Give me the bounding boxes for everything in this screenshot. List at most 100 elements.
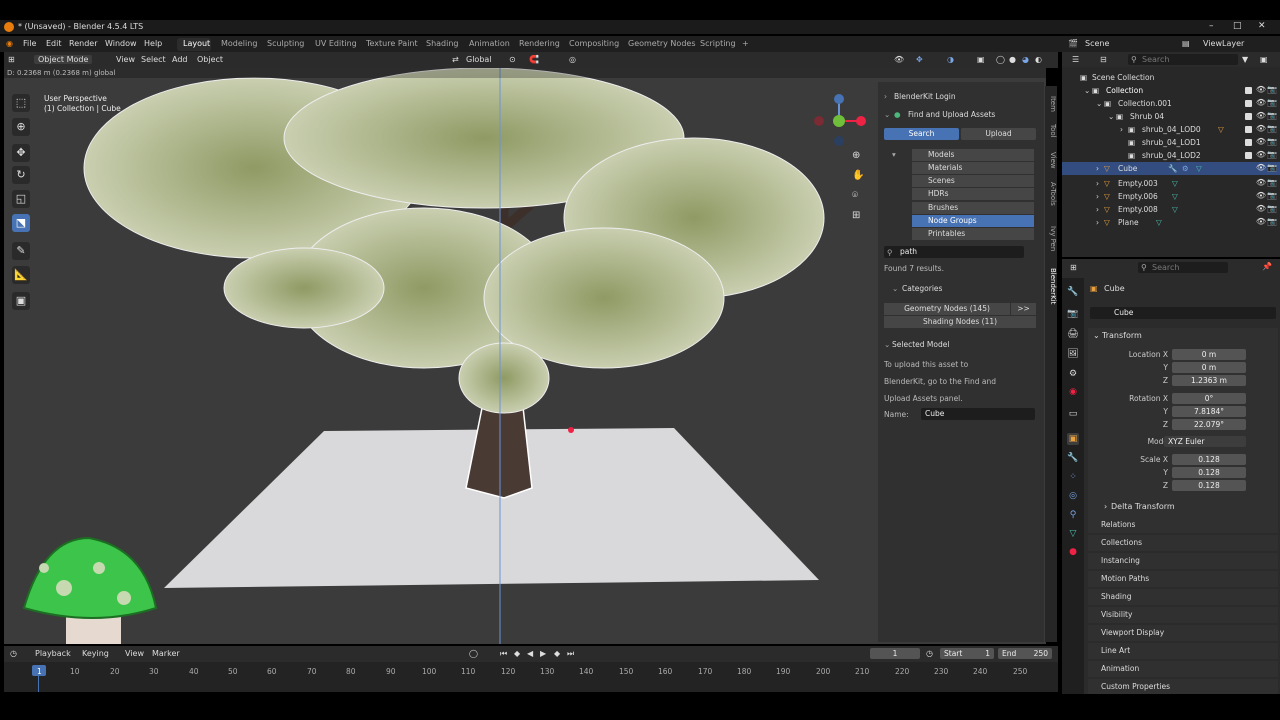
viewport-menu-object[interactable]: Object (197, 55, 223, 64)
properties-search-input[interactable]: ⚲ Search (1138, 262, 1228, 273)
tab-compositing[interactable]: Compositing (569, 39, 619, 48)
category-materials[interactable]: Materials (912, 162, 1034, 174)
eye-icon[interactable]: 👁 (1256, 163, 1266, 172)
category-hdrs[interactable]: HDRs (912, 188, 1034, 200)
transform-tool-icon[interactable]: ⬔ (12, 214, 30, 232)
delta-transform-header[interactable]: Delta Transform (1111, 502, 1175, 511)
proportional-edit-icon[interactable]: ◎ (569, 55, 576, 64)
timeline-menu-keying[interactable]: Keying (82, 649, 109, 658)
rotate-tool-icon[interactable]: ↻ (12, 166, 30, 184)
timeline-menu-playback[interactable]: Playback (35, 649, 71, 658)
timeline-editor-icon[interactable]: ◷ (10, 649, 17, 658)
more-button[interactable]: >> (1011, 303, 1036, 315)
rotation-mode-select[interactable]: XYZ Euler (1164, 436, 1246, 447)
particles-properties-icon[interactable]: ⁘ (1067, 471, 1079, 483)
outliner-row[interactable]: ⌄ ▣ Collection 👁 📷 (1062, 84, 1280, 97)
display-mode-icon[interactable]: ⊟ (1100, 55, 1107, 64)
modifier-properties-icon[interactable]: 🔧 (1067, 452, 1079, 464)
outliner-row[interactable]: ▣ Scene Collection (1062, 71, 1280, 84)
auto-keying-icon[interactable]: ◯ (469, 649, 478, 658)
timeline[interactable]: 1 10 20 30 40 50 60 70 80 90 100 110 120… (4, 662, 1058, 692)
tab-item[interactable]: Item (1045, 96, 1057, 112)
outliner-row[interactable]: › ▽ Plane ▽ 👁 📷 (1062, 216, 1280, 229)
play-icon[interactable]: ▶ (540, 649, 546, 658)
pan-hand-icon[interactable]: ✋ (852, 170, 864, 181)
editor-type-icon[interactable]: ⊞ (8, 55, 15, 64)
outliner-editor-icon[interactable]: ☰ (1072, 55, 1079, 64)
close-icon[interactable]: ✕ (1258, 21, 1266, 31)
section-viewport-display[interactable]: Viewport Display (1088, 625, 1278, 641)
tab-animation[interactable]: Animation (469, 39, 510, 48)
visibility-icon[interactable]: 👁 (894, 55, 904, 64)
section-animation[interactable]: Animation (1088, 661, 1278, 677)
menu-help[interactable]: Help (144, 39, 162, 48)
find-upload-header[interactable]: Find and Upload Assets (908, 110, 995, 119)
blender-menu-icon[interactable]: ◉ (6, 39, 13, 48)
tab-blenderkit[interactable]: BlenderKit (1045, 268, 1057, 304)
menu-window[interactable]: Window (105, 39, 137, 48)
outliner-row[interactable]: › ▣ shrub_04_LOD0 ▽ 👁 📷 (1062, 123, 1280, 136)
categories-chevron-icon[interactable]: ⌄ (892, 284, 898, 293)
selected-model-chevron-icon[interactable]: ⌄ (884, 340, 890, 349)
shading-solid-icon[interactable]: ● (1009, 55, 1016, 64)
outliner-row[interactable]: › ▽ Empty.003 ▽ 👁 📷 (1062, 177, 1280, 190)
login-chevron-icon[interactable]: › (884, 92, 887, 101)
section-relations[interactable]: Relations (1088, 517, 1278, 533)
outliner-row[interactable]: ⌄ ▣ Collection.001 👁 📷 (1062, 97, 1280, 110)
section-instancing[interactable]: Instancing (1088, 553, 1278, 569)
scale-tool-icon[interactable]: ◱ (12, 190, 30, 208)
xray-icon[interactable]: ▣ (977, 55, 985, 64)
measure-tool-icon[interactable]: 📐 (12, 266, 30, 284)
minimize-icon[interactable]: – (1209, 21, 1214, 31)
snap-icon[interactable]: 🧲 (529, 55, 539, 64)
object-properties-icon[interactable]: ▣ (1067, 433, 1079, 445)
category-brushes[interactable]: Brushes (912, 202, 1034, 214)
move-tool-icon[interactable]: ✥ (12, 144, 30, 162)
tab-layout[interactable]: Layout (183, 39, 210, 48)
view-layer-selector[interactable]: ViewLayer (1203, 39, 1244, 48)
location-y-field[interactable]: 0 m (1172, 362, 1246, 373)
viewport-menu-view[interactable]: View (116, 55, 135, 64)
camera-icon[interactable]: 📷 (1267, 98, 1277, 107)
location-x-field[interactable]: 0 m (1172, 349, 1246, 360)
tab-geometry-nodes[interactable]: Geometry Nodes (628, 39, 695, 48)
camera-icon[interactable]: 📷 (1267, 178, 1277, 187)
collection-properties-icon[interactable]: ▭ (1067, 408, 1079, 420)
outliner-row[interactable]: ▣ shrub_04_LOD2 👁 📷 (1062, 149, 1280, 162)
camera-icon[interactable]: 📷 (1267, 204, 1277, 213)
shading-rendered-icon[interactable]: ◐ (1035, 55, 1042, 64)
scene-properties-icon[interactable]: ⚙ (1067, 368, 1079, 380)
transform-chevron-icon[interactable]: ⌄ (1093, 331, 1100, 340)
upload-tab[interactable]: Upload (961, 128, 1036, 140)
outliner-row[interactable]: › ▽ Empty.008 ▽ 👁 📷 (1062, 203, 1280, 216)
gizmo-icon[interactable]: ✥ (916, 55, 923, 64)
eye-icon[interactable]: 👁 (1256, 98, 1266, 107)
eye-icon[interactable]: 👁 (1256, 150, 1266, 159)
grid-projection-icon[interactable]: ⊞ (852, 210, 860, 221)
jump-keyframe-back-icon[interactable]: ◆ (514, 649, 520, 658)
tab-sculpting[interactable]: Sculpting (267, 39, 304, 48)
maximize-icon[interactable]: □ (1233, 21, 1242, 31)
camera-icon[interactable]: 📷 (1267, 150, 1277, 159)
rotation-x-field[interactable]: 0° (1172, 393, 1246, 404)
eye-icon[interactable]: 👁 (1256, 217, 1266, 226)
camera-icon[interactable]: 📷 (1267, 137, 1277, 146)
stopwatch-icon[interactable]: ◷ (926, 649, 933, 658)
category-printables[interactable]: Printables (912, 228, 1034, 240)
current-frame-field[interactable]: 1 (870, 648, 920, 659)
jump-end-icon[interactable]: ⏭ (567, 649, 574, 659)
rotation-y-field[interactable]: 7.8184° (1172, 406, 1246, 417)
search-tab[interactable]: Search (884, 128, 959, 140)
camera-icon[interactable]: ⌾ (852, 190, 858, 201)
mode-selector[interactable]: Object Mode (34, 55, 93, 64)
camera-icon[interactable]: 📷 (1267, 163, 1277, 172)
categories-header[interactable]: Categories (902, 284, 942, 293)
category-models[interactable]: Models (912, 149, 1034, 161)
eye-icon[interactable]: 👁 (1256, 111, 1266, 120)
viewport-menu-select[interactable]: Select (141, 55, 166, 64)
section-custom-properties[interactable]: Custom Properties (1088, 679, 1278, 695)
render-properties-icon[interactable]: 📷 (1067, 308, 1079, 320)
camera-icon[interactable]: 📷 (1267, 111, 1277, 120)
add-cube-tool-icon[interactable]: ▣ (12, 292, 30, 310)
frame-end-field[interactable]: End 250 (998, 648, 1052, 659)
